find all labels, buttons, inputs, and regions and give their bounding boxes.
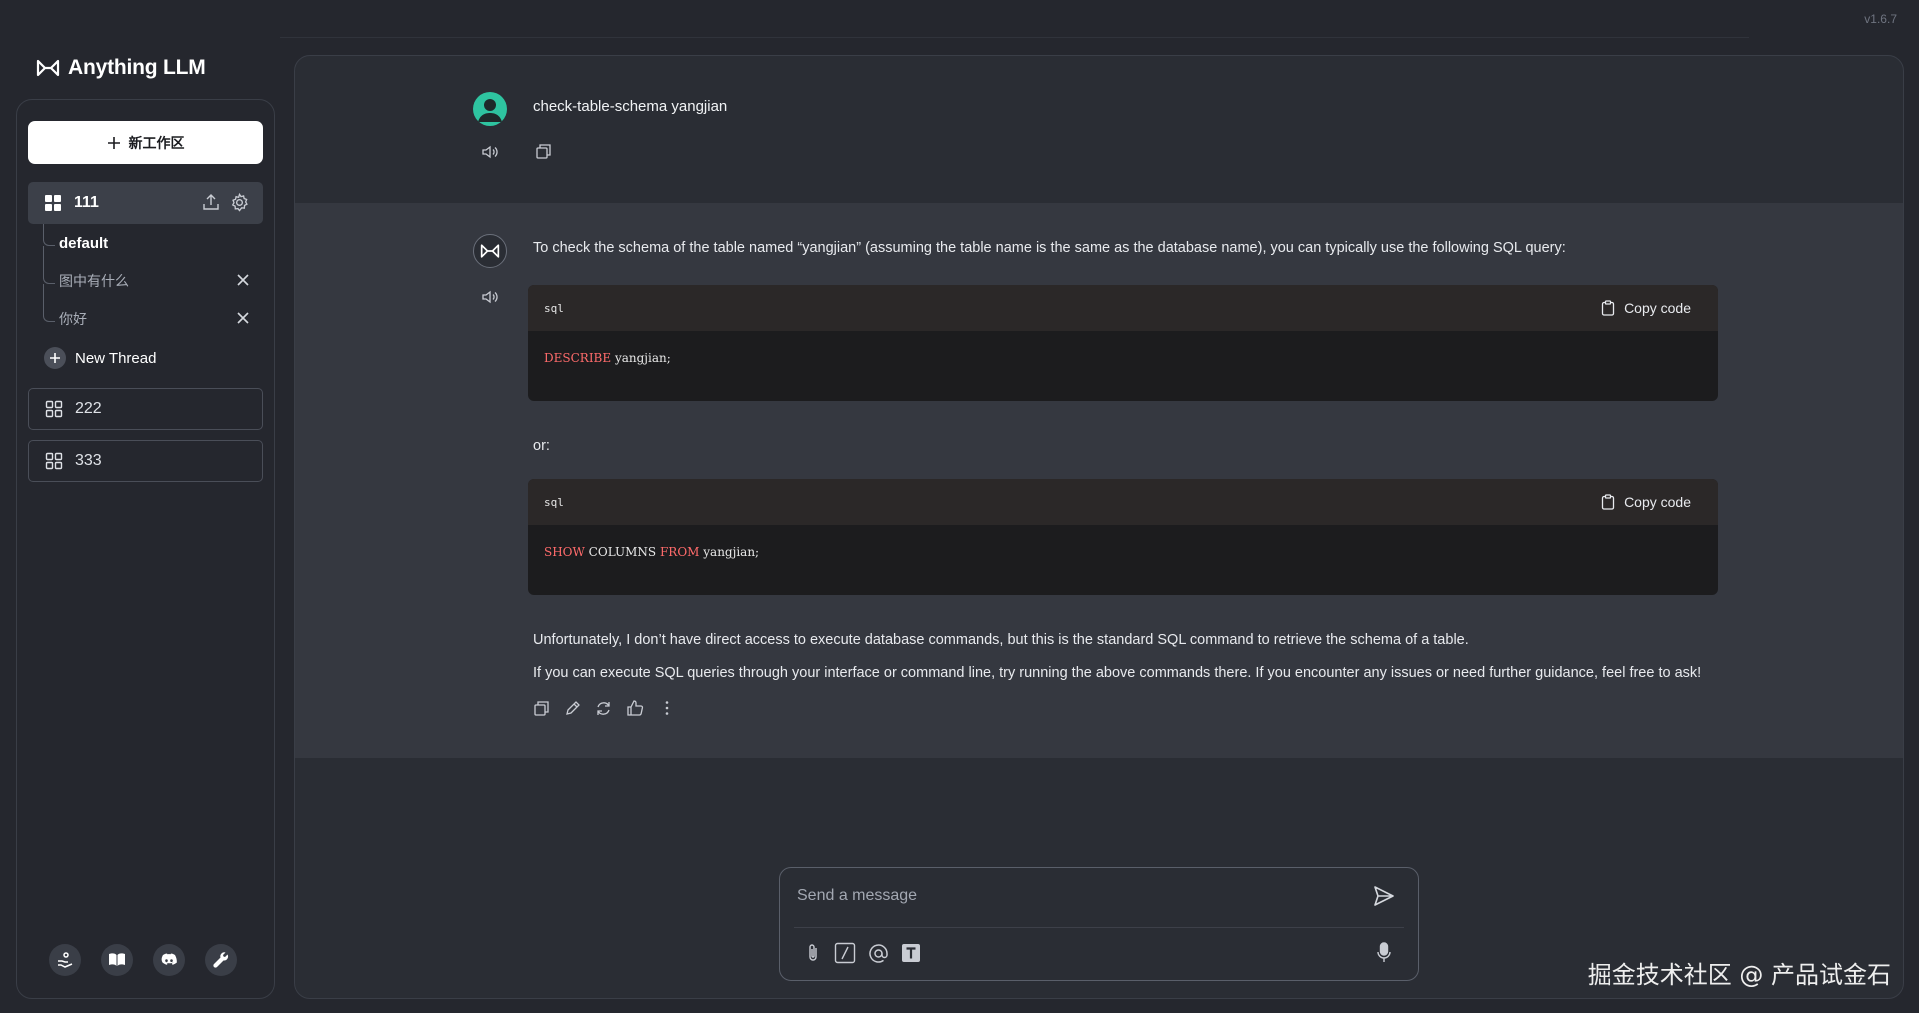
user-icon xyxy=(478,99,502,122)
new-workspace-button[interactable]: 新工作区 xyxy=(28,121,263,164)
anything-llm-logo-icon xyxy=(36,59,60,77)
send-icon[interactable] xyxy=(1372,884,1396,908)
new-thread-label: New Thread xyxy=(75,349,157,367)
assistant-paragraph: Unfortunately, I don’t have direct acces… xyxy=(533,632,1469,648)
tree-line xyxy=(43,246,44,262)
plus-icon xyxy=(107,136,120,149)
thread-item[interactable]: 图中有什么 xyxy=(39,262,263,300)
sql-text: yangjian; xyxy=(611,351,671,365)
top-divider xyxy=(280,37,1749,38)
code-language: sql xyxy=(544,495,564,509)
code-block-header: sql Copy code xyxy=(528,285,1718,331)
at-mention-icon[interactable] xyxy=(868,943,889,964)
sidebar-footer xyxy=(49,944,237,976)
thread-label: 图中有什么 xyxy=(59,273,129,289)
more-options-icon[interactable] xyxy=(658,699,676,717)
user-message: check-table-schema yangjian xyxy=(295,56,1903,203)
code-block: sql Copy code SHOW COLUMNS FROM yangjian… xyxy=(528,479,1718,595)
regenerate-icon[interactable] xyxy=(595,700,612,717)
anything-llm-logo-icon xyxy=(480,244,500,258)
sql-keyword: DESCRIBE xyxy=(544,351,612,365)
docs-icon[interactable] xyxy=(101,944,133,976)
grid-icon xyxy=(45,452,63,470)
tree-branch xyxy=(43,224,55,246)
copy-code-button[interactable]: Copy code xyxy=(1601,300,1691,316)
slash-command-icon[interactable] xyxy=(834,942,856,964)
sql-keyword: SHOW xyxy=(544,545,585,559)
grid-icon xyxy=(45,400,63,418)
copy-icon[interactable] xyxy=(533,700,550,717)
attachment-icon[interactable] xyxy=(804,943,822,963)
code-block-header: sql Copy code xyxy=(528,479,1718,525)
sql-keyword: FROM xyxy=(659,545,700,559)
workspace-name: 333 xyxy=(75,452,102,469)
sql-text: COLUMNS xyxy=(584,545,660,559)
thread-label: 你好 xyxy=(59,311,87,327)
watermark-text: 掘金技术社区 @ 产品试金石 xyxy=(1587,961,1891,989)
grid-icon xyxy=(45,195,61,211)
sql-text: yangjian; xyxy=(699,545,760,559)
assistant-message: To check the schema of the table named “… xyxy=(295,203,1903,758)
support-icon[interactable] xyxy=(49,944,81,976)
close-icon[interactable] xyxy=(236,311,250,325)
discord-icon[interactable] xyxy=(153,944,185,976)
upload-icon[interactable] xyxy=(202,193,220,212)
copy-icon[interactable] xyxy=(535,143,552,161)
new-thread-button[interactable]: New Thread xyxy=(39,338,263,378)
thread-label: default xyxy=(59,234,109,252)
tree-line xyxy=(43,284,44,300)
settings-wrench-icon[interactable] xyxy=(205,944,237,976)
workspace-name: 111 xyxy=(74,194,99,211)
code-content: DESCRIBE yangjian; xyxy=(528,331,1718,385)
user-message-actions xyxy=(481,143,552,161)
workspace-item-active[interactable]: 111 xyxy=(28,182,263,224)
clipboard-icon xyxy=(1601,300,1615,316)
message-input[interactable] xyxy=(797,878,1357,914)
thread-list: default 图中有什么 你好 New Thread xyxy=(39,224,263,378)
sidebar: 新工作区 111 default 图中有什么 你好 New Thread 222… xyxy=(16,99,275,999)
chat-panel: check-table-schema yangjian To check the… xyxy=(294,55,1904,999)
edit-pencil-icon[interactable] xyxy=(564,700,581,717)
thread-item-default[interactable]: default xyxy=(39,224,263,262)
app-name: Anything LLM xyxy=(68,56,206,79)
user-avatar xyxy=(473,92,507,126)
composer-divider xyxy=(794,927,1404,928)
assistant-intro-text: To check the schema of the table named “… xyxy=(533,240,1566,256)
copy-code-label: Copy code xyxy=(1624,300,1691,316)
gear-icon[interactable] xyxy=(230,193,249,212)
speaker-icon[interactable] xyxy=(481,143,499,161)
copy-code-button[interactable]: Copy code xyxy=(1601,494,1691,510)
version-label: v1.6.7 xyxy=(1864,12,1897,26)
speaker-icon[interactable] xyxy=(481,288,499,306)
plus-icon xyxy=(44,347,66,369)
user-message-text: check-table-schema yangjian xyxy=(533,98,728,115)
message-composer xyxy=(779,867,1419,981)
copy-code-label: Copy code xyxy=(1624,494,1691,510)
code-content: SHOW COLUMNS FROM yangjian; xyxy=(528,525,1718,579)
code-language: sql xyxy=(544,301,564,315)
assistant-message-actions xyxy=(533,699,676,717)
assistant-or-text: or: xyxy=(533,438,550,454)
thread-item[interactable]: 你好 xyxy=(39,300,263,338)
clipboard-icon xyxy=(1601,494,1615,510)
text-format-icon[interactable] xyxy=(901,943,921,963)
workspace-name: 222 xyxy=(75,400,102,417)
workspace-item[interactable]: 222 xyxy=(28,388,263,430)
close-icon[interactable] xyxy=(236,273,250,287)
app-logo: Anything LLM xyxy=(36,56,206,80)
composer-toolbar xyxy=(804,942,921,964)
assistant-paragraph: If you can execute SQL queries through y… xyxy=(533,665,1702,681)
code-block: sql Copy code DESCRIBE yangjian; xyxy=(528,285,1718,401)
new-workspace-label: 新工作区 xyxy=(128,134,185,151)
microphone-icon[interactable] xyxy=(1376,942,1392,964)
workspace-item[interactable]: 333 xyxy=(28,440,263,482)
thumbs-up-icon[interactable] xyxy=(626,699,644,717)
tree-branch xyxy=(43,300,55,322)
assistant-avatar xyxy=(473,234,507,268)
tree-branch xyxy=(43,262,55,284)
